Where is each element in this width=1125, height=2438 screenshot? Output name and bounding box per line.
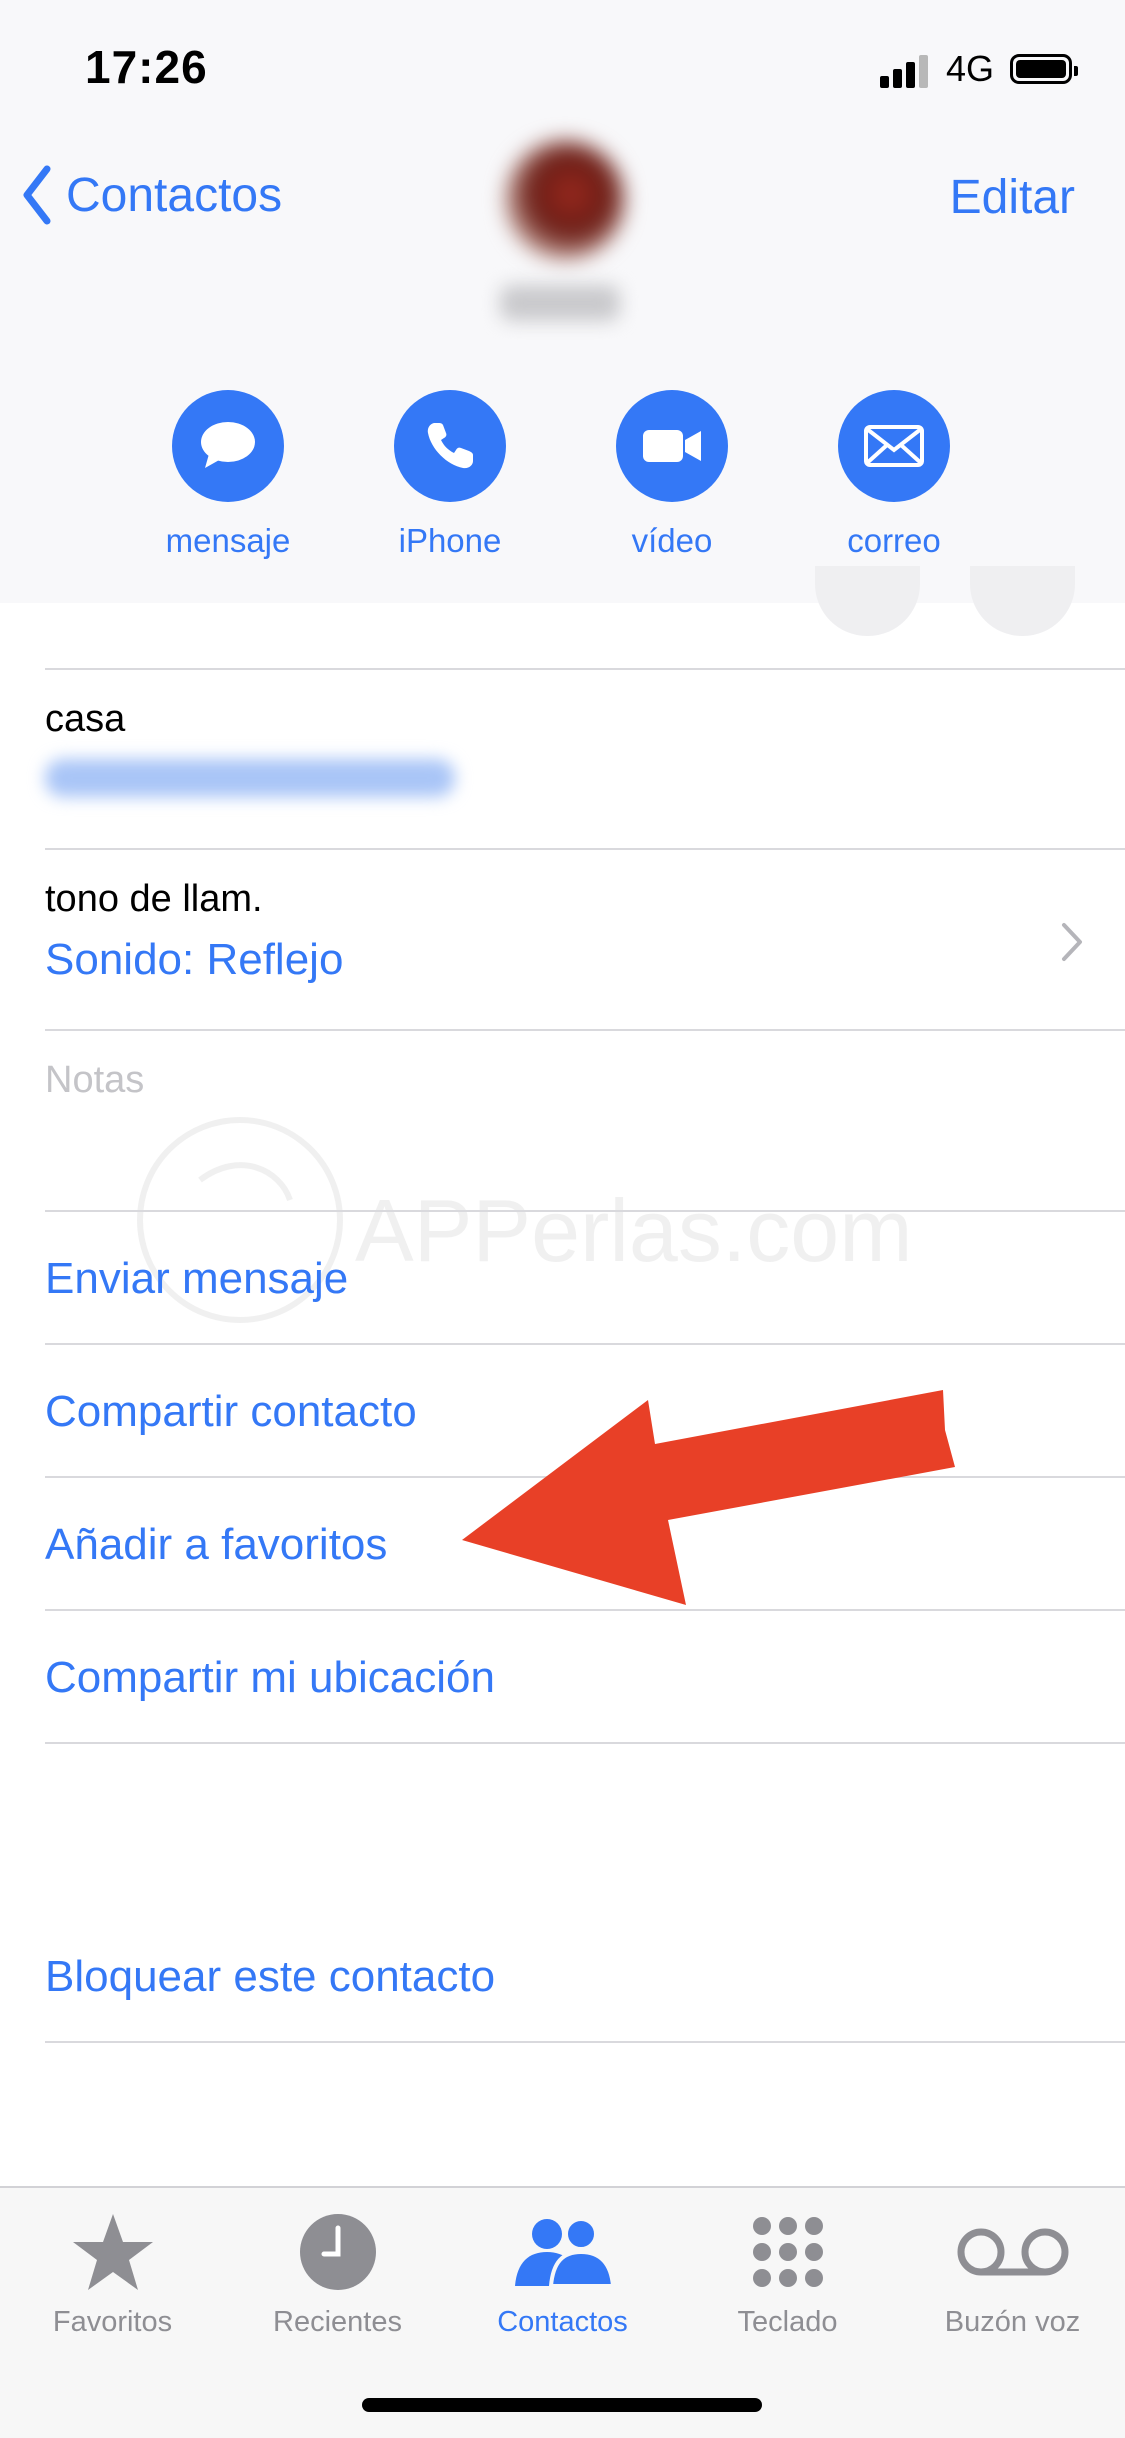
contact-name-blurred [500, 285, 620, 321]
chevron-right-icon [1062, 923, 1082, 961]
notes-row[interactable]: Notas [45, 1031, 1125, 1212]
tab-label: Teclado [737, 2306, 838, 2338]
tab-label: Recientes [273, 2306, 402, 2338]
avatar [505, 140, 625, 260]
action-mail-button[interactable]: correo [794, 390, 994, 560]
network-type: 4G [946, 48, 995, 89]
hidden-action-circle [815, 566, 920, 636]
send-message-row[interactable]: Enviar mensaje [45, 1212, 1125, 1345]
ringtone-row[interactable]: tono de llam. Sonido: Reflejo [45, 850, 1125, 1031]
voicemail-icon [900, 2206, 1125, 2298]
battery-icon [1010, 54, 1078, 84]
action-message-label: mensaje [165, 522, 291, 559]
tab-voicemail[interactable]: Buzón voz [900, 2206, 1125, 2339]
email-label: casa [45, 698, 126, 740]
back-label: Contactos [66, 168, 283, 222]
email-row[interactable]: casa [45, 670, 1125, 850]
action-video-label: vídeo [631, 522, 713, 559]
clock-icon [225, 2206, 450, 2298]
home-indicator [362, 2398, 762, 2412]
keypad-icon [675, 2206, 900, 2298]
ringtone-label: tono de llam. [45, 878, 263, 920]
star-icon [0, 2206, 225, 2298]
edit-button[interactable]: Editar [950, 170, 1075, 225]
quick-actions: mensaje iPhone vídeo correo [0, 390, 1125, 570]
action-video-button[interactable]: vídeo [572, 390, 772, 560]
mail-envelope-icon [838, 390, 950, 502]
hidden-action-circle [970, 566, 1075, 636]
video-camera-icon [616, 390, 728, 502]
tab-recents[interactable]: Recientes [225, 2206, 450, 2339]
share-location-row[interactable]: Compartir mi ubicación [45, 1611, 1125, 1744]
share-location-link: Compartir mi ubicación [45, 1653, 495, 1702]
tab-keypad[interactable]: Teclado [675, 2206, 900, 2339]
message-bubble-icon [172, 390, 284, 502]
tab-label: Contactos [497, 2306, 628, 2338]
action-call-button[interactable]: iPhone [350, 390, 550, 560]
notes-label: Notas [45, 1059, 145, 1101]
tab-label: Favoritos [52, 2306, 173, 2338]
email-value-blurred [45, 759, 455, 797]
ringtone-value: Sonido: Reflejo [45, 935, 344, 984]
status-time: 17:26 [85, 41, 208, 93]
cellular-signal-icon [880, 52, 930, 88]
back-button[interactable]: Contactos [22, 165, 282, 225]
action-call-label: iPhone [398, 522, 502, 559]
action-mail-label: correo [847, 522, 941, 559]
contacts-people-icon [450, 2206, 675, 2298]
tab-favorites[interactable]: Favoritos [0, 2206, 225, 2339]
action-message-button[interactable]: mensaje [128, 390, 328, 560]
block-contact-row[interactable]: Bloquear este contacto [45, 1910, 1125, 2043]
phone-icon [394, 390, 506, 502]
red-arrow-annotation [462, 1390, 955, 1605]
tab-contacts[interactable]: Contactos [450, 2206, 675, 2339]
block-contact-link: Bloquear este contacto [45, 1952, 496, 2001]
send-message-link: Enviar mensaje [45, 1254, 349, 1303]
tab-label: Buzón voz [944, 2306, 1081, 2338]
chevron-left-icon [23, 165, 51, 225]
